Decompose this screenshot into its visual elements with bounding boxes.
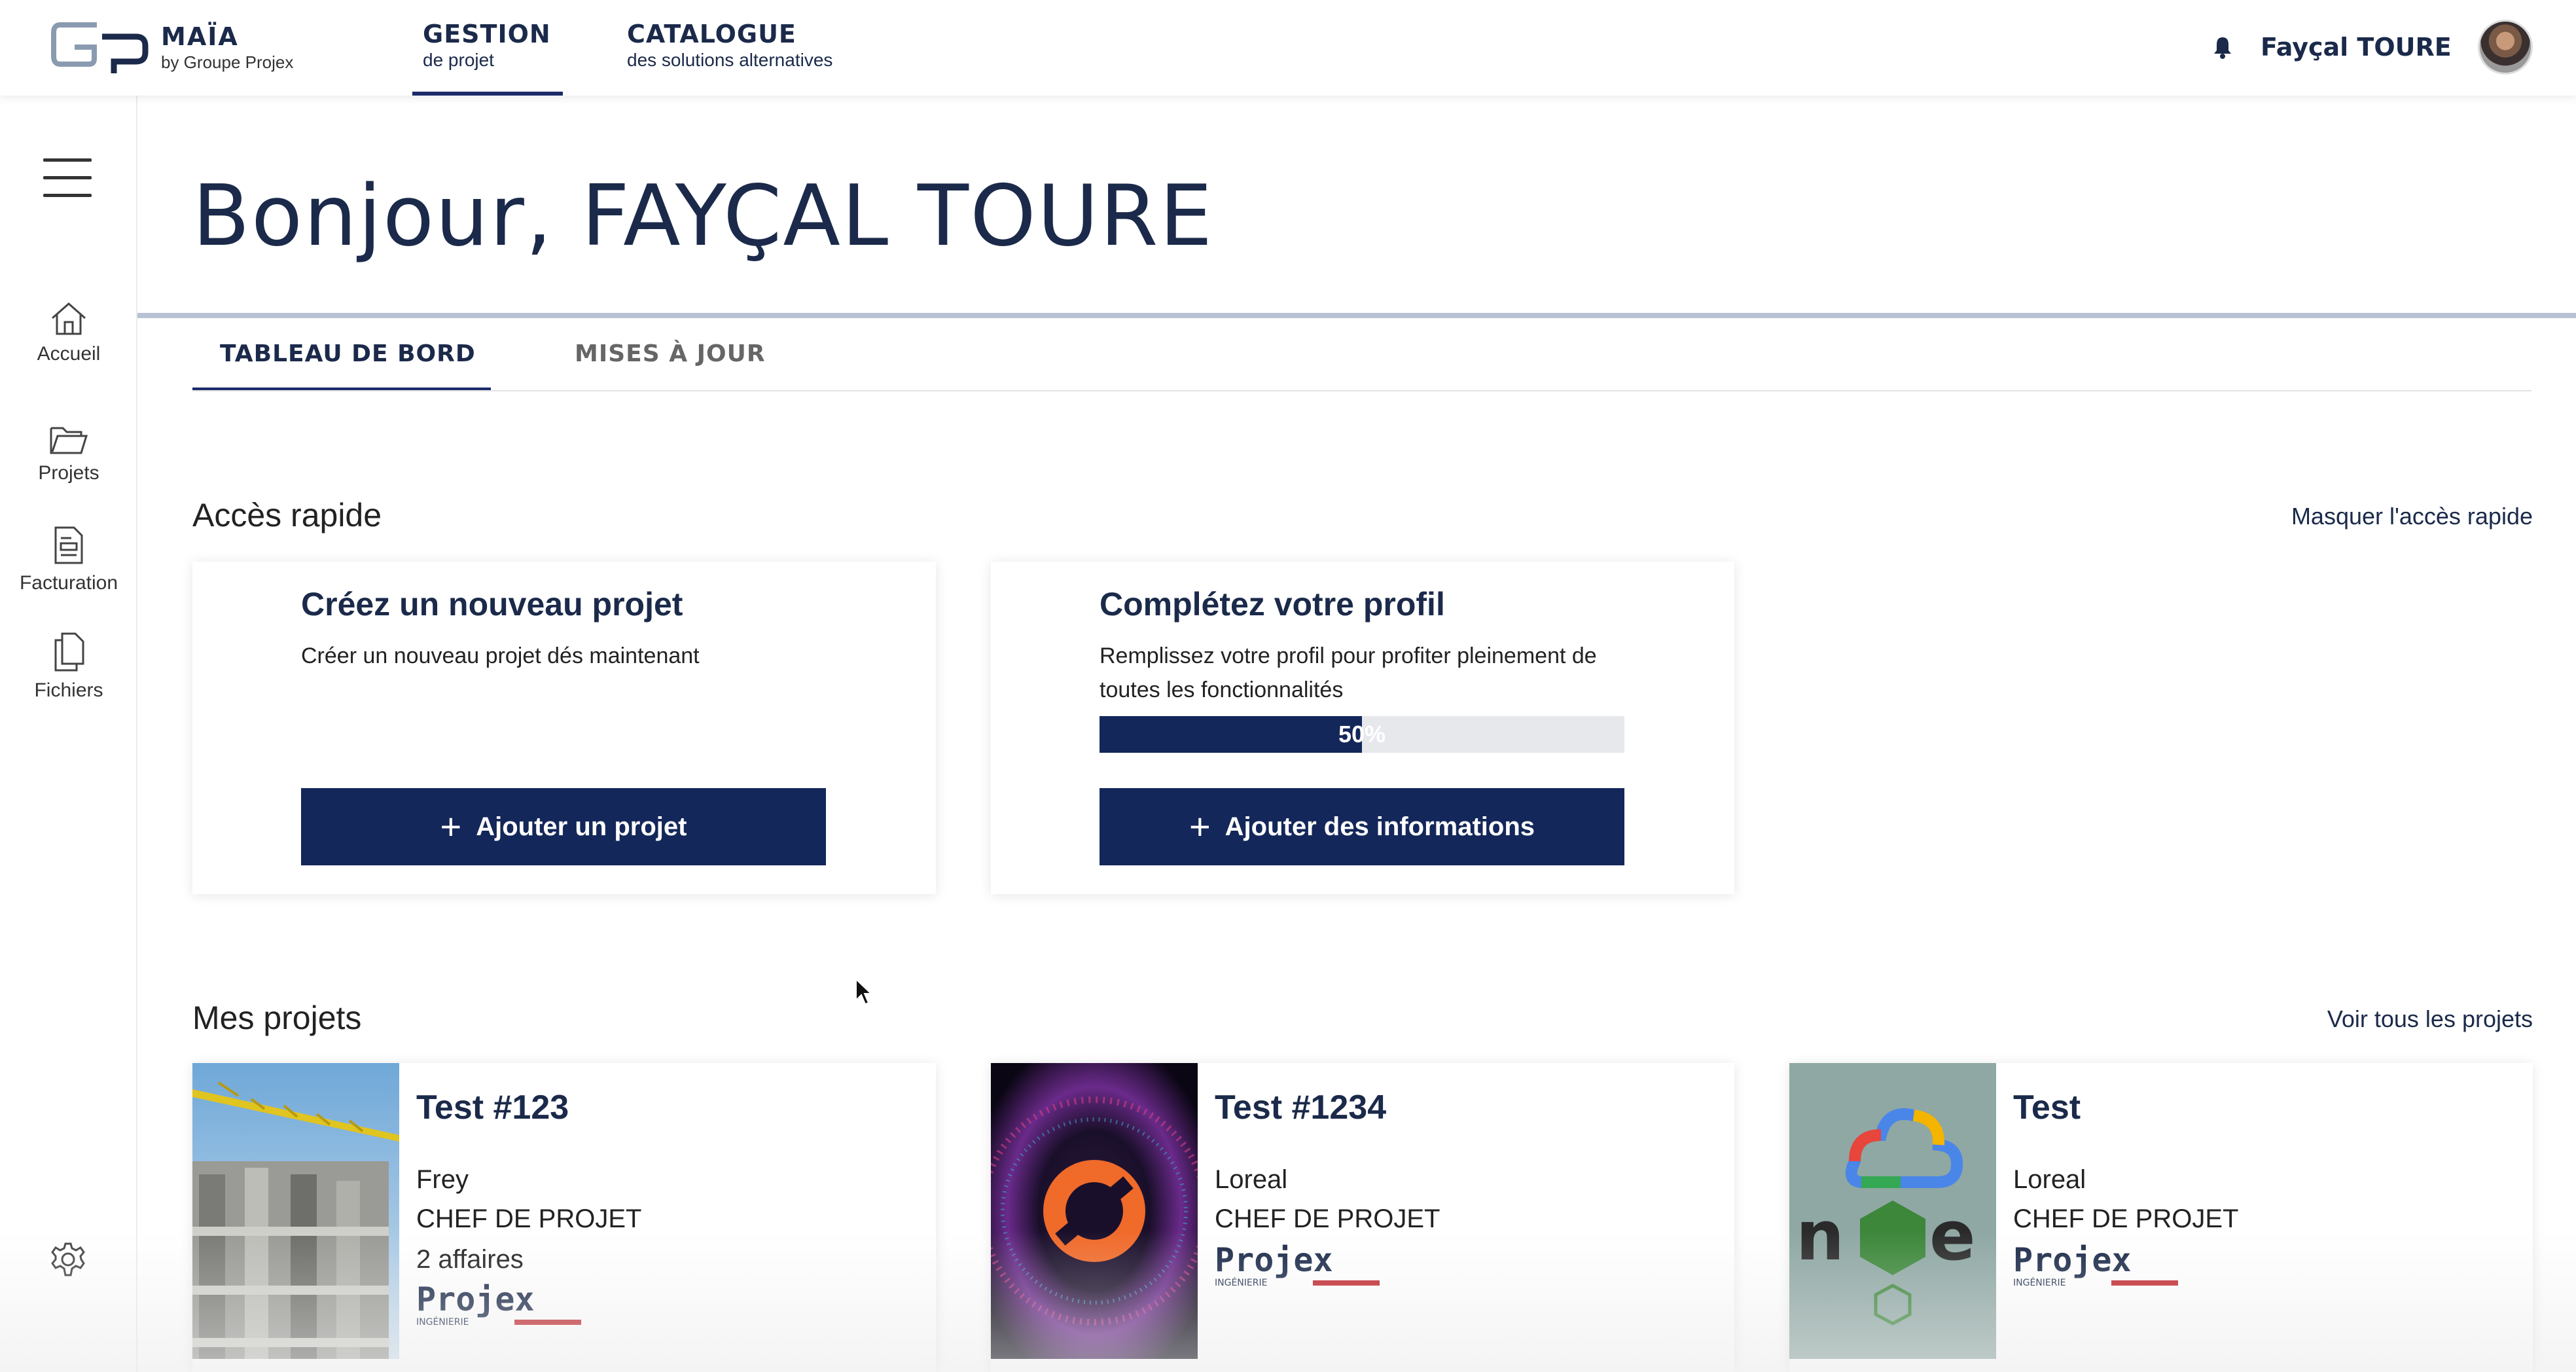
add-project-button[interactable]: + Ajouter un projet [301, 788, 826, 865]
project-client: Frey [416, 1165, 469, 1194]
project-title: Test #123 [416, 1089, 569, 1127]
home-icon [52, 302, 86, 335]
svg-text:n: n [1796, 1196, 1844, 1276]
svg-text:INGÉNIERIE: INGÉNIERIE [1215, 1277, 1267, 1288]
sidebar-item-fichiers[interactable]: Fichiers [0, 631, 137, 702]
sidebar-item-label: Facturation [19, 572, 118, 594]
folder-icon [50, 427, 88, 454]
nav-catalogue-label: CATALOGUE [627, 20, 796, 48]
see-all-projects-link[interactable]: Voir tous les projets [2327, 1005, 2533, 1033]
quick-card-text: Créer un nouveau projet dés maintenant [301, 643, 700, 668]
project-thumbnail-node-cloud: n e [1789, 1063, 1996, 1359]
page-title: Bonjour, FAYÇAL TOURE [192, 168, 1214, 265]
quick-access-title: Accès rapide [192, 497, 382, 533]
progress-label: 50% [1338, 721, 1386, 748]
svg-text:Projex: Projex [2013, 1244, 2132, 1279]
tab-tableau-de-bord[interactable]: TABLEAU DE BORD [192, 340, 491, 391]
svg-text:Projex: Projex [416, 1283, 535, 1318]
projex-logo: Projex INGÉNIERIE [1215, 1244, 1380, 1288]
project-affairs-count: 2 affaires [416, 1245, 524, 1274]
sidebar: Accueil Projets Facturation Fichiers [0, 96, 137, 1372]
sidebar-item-accueil[interactable]: Accueil [0, 300, 137, 365]
brand-name: MAÏA [161, 22, 239, 51]
sidebar-item-facturation[interactable]: Facturation [0, 525, 137, 594]
nav-gestion-label: GESTION [423, 20, 551, 48]
svg-text:INGÉNIERIE: INGÉNIERIE [2013, 1277, 2066, 1288]
nav-gestion[interactable]: GESTION de projet [412, 20, 563, 96]
project-thumbnail-abstract [991, 1063, 1198, 1359]
nav-gestion-sublabel: de projet [423, 50, 494, 70]
quick-card-complete-profile: Complétez votre profil Remplissez votre … [991, 562, 1734, 894]
profile-progress-bar: 50% [1100, 716, 1624, 753]
brand: MAÏA by Groupe Projex [161, 22, 293, 73]
project-client: Loreal [1215, 1165, 1288, 1194]
tabs-divider [192, 390, 2531, 391]
nav-catalogue[interactable]: CATALOGUE des solutions alternatives [627, 20, 876, 96]
project-role: CHEF DE PROJET [416, 1204, 642, 1233]
plus-icon: + [1189, 806, 1211, 847]
sidebar-item-projets[interactable]: Projets [0, 423, 137, 484]
project-card[interactable]: n e Test Loreal CHEF DE PROJET Projex IN… [1789, 1063, 2533, 1372]
project-client: Loreal [2013, 1165, 2086, 1194]
project-card[interactable]: Test #1234 Loreal CHEF DE PROJET Projex … [991, 1063, 1734, 1372]
add-project-label: Ajouter un projet [476, 812, 687, 841]
svg-text:INGÉNIERIE: INGÉNIERIE [416, 1316, 469, 1327]
svg-text:e: e [1929, 1196, 1976, 1276]
header-divider [137, 313, 2576, 318]
projex-logo: Projex INGÉNIERIE [2013, 1244, 2178, 1288]
gp-logo[interactable] [51, 18, 149, 75]
avatar[interactable] [2478, 20, 2533, 75]
quick-card-title: Créez un nouveau projet [301, 586, 683, 623]
quick-card-title: Complétez votre profil [1100, 586, 1445, 623]
nav-catalogue-sublabel: des solutions alternatives [627, 50, 833, 70]
quick-card-new-project: Créez un nouveau projet Créer un nouveau… [192, 562, 936, 894]
sidebar-item-label: Fichiers [34, 679, 103, 701]
plus-icon: + [440, 806, 462, 847]
my-projects-title: Mes projets [192, 1000, 362, 1036]
project-role: CHEF DE PROJET [2013, 1204, 2239, 1233]
hide-quick-access-link[interactable]: Masquer l'accès rapide [2291, 503, 2533, 530]
add-information-button[interactable]: + Ajouter des informations [1100, 788, 1624, 865]
top-bar: MAÏA by Groupe Projex GESTION de projet … [0, 0, 2576, 96]
project-card[interactable]: Test #123 Frey CHEF DE PROJET 2 affaires… [192, 1063, 936, 1372]
mouse-cursor-icon [855, 978, 872, 1005]
sidebar-item-label: Projets [38, 462, 99, 484]
project-title: Test [2013, 1089, 2081, 1127]
gear-icon[interactable] [50, 1241, 86, 1278]
brand-subtitle: by Groupe Projex [161, 52, 294, 72]
hamburger-menu-icon[interactable] [43, 158, 92, 198]
project-role: CHEF DE PROJET [1215, 1204, 1440, 1233]
invoice-icon [54, 526, 83, 564]
tab-mises-a-jour[interactable]: MISES À JOUR [575, 340, 766, 367]
add-information-label: Ajouter des informations [1225, 812, 1535, 841]
sidebar-item-label: Accueil [37, 343, 101, 365]
user-name[interactable]: Fayçal TOURE [2261, 33, 2452, 62]
bell-icon[interactable] [2209, 34, 2236, 60]
svg-text:Projex: Projex [1215, 1244, 1333, 1279]
quick-card-text: Remplissez votre profil pour profiter pl… [1100, 643, 1597, 702]
project-thumbnail-construction [192, 1063, 399, 1359]
files-icon [54, 632, 84, 672]
project-title: Test #1234 [1215, 1089, 1387, 1127]
projex-logo: Projex INGÉNIERIE [416, 1283, 581, 1327]
